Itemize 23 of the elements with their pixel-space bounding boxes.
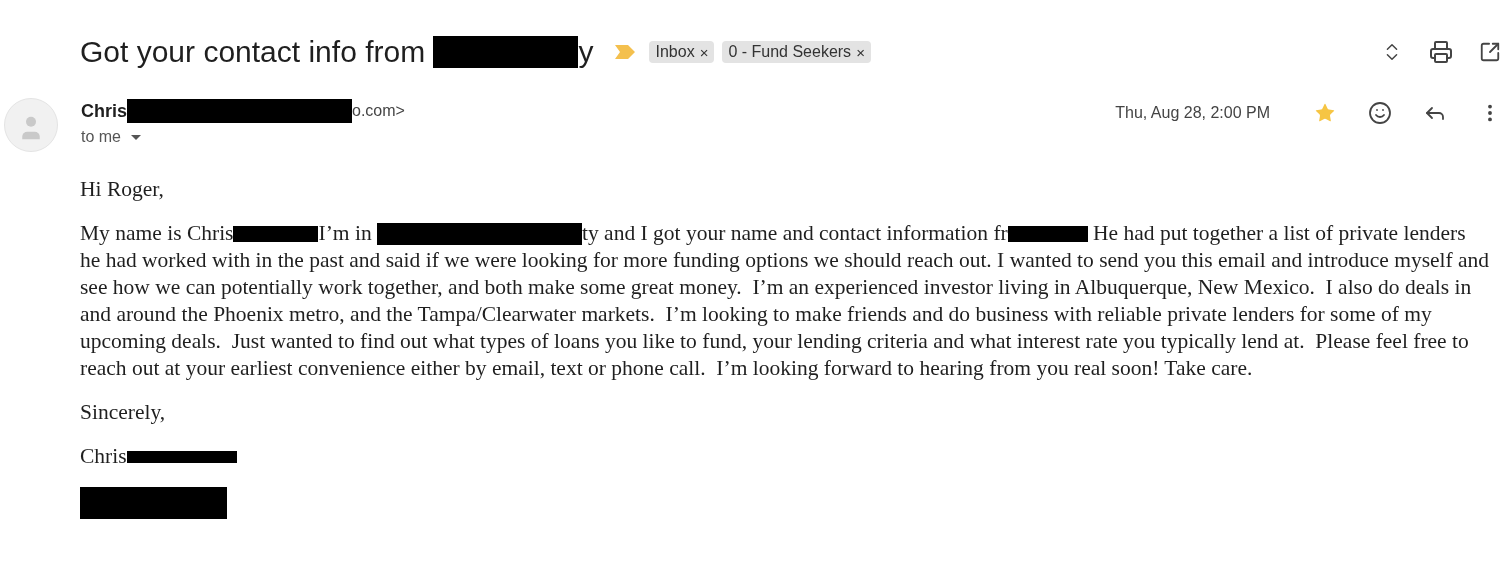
- email-subject: Got your contact info from: [80, 35, 427, 69]
- body-text: he had worked with in the past and said if we were looking for more funding options we should reach out. I wanted to send you this email and introduce myself and see how we can potentially work together, and both make some great money. I’m an experienced investor living in Albuquerque, New Mexico. I also do deals in and around the Phoenix metro, and the Tampa/Clearwater markets. I’m looking to make friends and do business with reliable private lenders for some of my upcoming deals. Just wanted to find out what types of loans you like to fund, your lending criteria and what interest rate you typically lend at. Please feel free to reach out at your earliest convenience either by email, text or phone call. I’m looking forward to hearing from you real soon! Take care.: [80, 247, 1491, 382]
- importance-marker-icon[interactable]: [615, 45, 636, 59]
- recipient-dropdown[interactable]: to me: [81, 128, 141, 146]
- avatar: [4, 98, 58, 152]
- sender-email: o.com>: [352, 102, 405, 120]
- body-text: He had put together a list of private lenders: [1092, 220, 1466, 247]
- remove-label-button[interactable]: ×: [856, 43, 865, 61]
- body-text: My name is Chris: [80, 220, 234, 247]
- body-text: I’m in: [318, 220, 373, 247]
- email-subject: y: [578, 35, 594, 69]
- caret-icon: [131, 134, 141, 140]
- label-chip[interactable]: 0 - Fund Seekers ×: [722, 41, 871, 63]
- body-text: Sincerely,: [80, 399, 166, 426]
- emoji-icon[interactable]: [1366, 99, 1394, 127]
- print-icon[interactable]: [1427, 38, 1455, 66]
- body-text: Chris: [80, 443, 127, 470]
- remove-label-button[interactable]: ×: [699, 43, 709, 61]
- sender-name: Chris: [81, 100, 127, 122]
- email-date: Thu, Aug 28, 2:00 PM: [1115, 104, 1270, 122]
- label-chip[interactable]: Inbox ×: [649, 41, 715, 63]
- body-text: ty and I got your name and contact information fr: [582, 220, 1008, 247]
- body-text: Hi Roger,: [80, 176, 164, 203]
